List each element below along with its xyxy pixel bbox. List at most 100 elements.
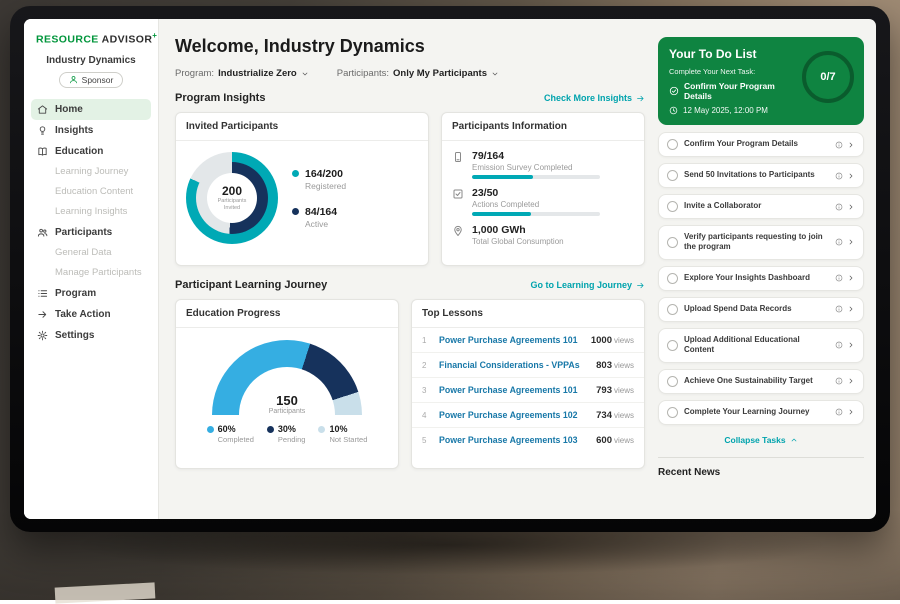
task-row-achieve-target[interactable]: Achieve One Sustainability Target (658, 369, 864, 394)
task-checkbox[interactable] (667, 170, 678, 181)
task-checkbox[interactable] (667, 139, 678, 150)
task-row-upload-educational-content[interactable]: Upload Additional Educational Content (658, 328, 864, 363)
task-row-send-invitations[interactable]: Send 50 Invitations to Participants (658, 163, 864, 188)
collapse-label: Collapse Tasks (724, 435, 785, 445)
sidebar-item-manage-participants[interactable]: Manage Participants (24, 263, 158, 283)
chevron-right-icon[interactable] (847, 203, 855, 211)
lesson-rank: 1 (422, 336, 431, 345)
collapse-tasks-link[interactable]: Collapse Tasks (658, 432, 864, 450)
lesson-link[interactable]: Financial Considerations - VPPAs (439, 360, 588, 370)
info-icon[interactable] (835, 203, 843, 211)
sidebar-item-settings[interactable]: Settings (24, 325, 158, 346)
content-column: Welcome, Industry Dynamics Program: Indu… (175, 29, 645, 519)
chevron-right-icon[interactable] (847, 305, 855, 313)
legend-value: 84/164 (305, 206, 337, 218)
brand-plus: + (152, 31, 157, 40)
task-row-explore-insights[interactable]: Explore Your Insights Dashboard (658, 266, 864, 291)
gear-icon (37, 330, 48, 341)
info-icon[interactable] (835, 305, 843, 313)
todo-panel: Your To Do List Complete Your Next Task:… (658, 29, 864, 519)
legend-item-completed: 60% Completed (207, 424, 254, 444)
sponsor-badge[interactable]: Sponsor (59, 72, 124, 88)
info-icon[interactable] (835, 377, 843, 385)
task-checkbox[interactable] (667, 201, 678, 212)
info-icon[interactable] (835, 172, 843, 180)
program-filter[interactable]: Program: Industrialize Zero (175, 68, 309, 79)
task-checkbox[interactable] (667, 376, 678, 387)
task-checkbox[interactable] (667, 304, 678, 315)
lesson-row: 2 Financial Considerations - VPPAs 803vi… (412, 353, 644, 378)
sidebar-item-label: Participants (55, 227, 112, 238)
chevron-right-icon[interactable] (847, 238, 855, 246)
sidebar-item-participants[interactable]: Participants (24, 222, 158, 243)
sidebar-nav: Home Insights Education Learning Journey… (24, 99, 158, 346)
sidebar-item-general-data[interactable]: General Data (24, 243, 158, 263)
lesson-views: 793 (596, 385, 612, 396)
clock-icon (669, 106, 678, 115)
sidebar-item-learning-journey[interactable]: Learning Journey (24, 162, 158, 182)
task-row-complete-learning-journey[interactable]: Complete Your Learning Journey (658, 400, 864, 425)
sidebar-item-home[interactable]: Home (31, 99, 151, 120)
chevron-right-icon[interactable] (847, 408, 855, 416)
info-icon[interactable] (835, 141, 843, 149)
go-to-learning-journey-link[interactable]: Go to Learning Journey (530, 280, 645, 290)
lesson-rank: 3 (422, 386, 431, 395)
legend-dot-active (292, 208, 299, 215)
task-checkbox[interactable] (667, 407, 678, 418)
sidebar-item-label: Education (55, 146, 103, 157)
sidebar-item-learning-insights[interactable]: Learning Insights (24, 202, 158, 222)
chevron-right-icon[interactable] (847, 377, 855, 385)
education-gauge-wrap: 150 Participants (212, 340, 362, 415)
todo-next-time-label: 12 May 2025, 12:00 PM (683, 106, 768, 115)
participants-filter[interactable]: Participants: Only My Participants (337, 68, 499, 79)
sidebar-item-education[interactable]: Education (24, 141, 158, 162)
task-checkbox[interactable] (667, 273, 678, 284)
lightbulb-icon (37, 125, 48, 136)
sidebar-item-insights[interactable]: Insights (24, 120, 158, 141)
chevron-right-icon[interactable] (847, 172, 855, 180)
dashboard-screen: RESOURCE ADVISOR+ Industry Dynamics Spon… (24, 19, 876, 519)
sidebar-item-take-action[interactable]: Take Action (24, 304, 158, 325)
info-icon[interactable] (835, 341, 843, 349)
lesson-link[interactable]: Power Purchase Agreements 101 (439, 335, 583, 345)
legend-value: 164/200 (305, 168, 346, 180)
lesson-views-label: views (614, 336, 634, 345)
chevron-down-icon (301, 70, 309, 78)
legend-dot-registered (292, 170, 299, 177)
participants-information-card: Participants Information 79/164 Emission… (441, 112, 645, 266)
lesson-link[interactable]: Power Purchase Agreements 101 (439, 385, 588, 395)
sidebar-item-education-content[interactable]: Education Content (24, 182, 158, 202)
info-icon[interactable] (835, 408, 843, 416)
chevron-right-icon[interactable] (847, 341, 855, 349)
people-icon (37, 227, 48, 238)
info-icon[interactable] (835, 238, 843, 246)
section-title-learning-journey: Participant Learning Journey (175, 279, 327, 291)
brand-primary: RESOURCE (36, 34, 99, 46)
survey-device-icon (452, 151, 464, 163)
donut-center-value: 200 (222, 184, 242, 198)
info-body: 79/164 Emission Survey Completed 23/50 A… (442, 141, 644, 249)
section-title-program-insights: Program Insights (175, 92, 265, 104)
sidebar-item-program[interactable]: Program (24, 283, 158, 304)
task-row-invite-collaborator[interactable]: Invite a Collaborator (658, 194, 864, 219)
card-title: Top Lessons (412, 300, 644, 328)
task-row-upload-spend-data[interactable]: Upload Spend Data Records (658, 297, 864, 322)
info-icon[interactable] (835, 274, 843, 282)
check-circle-icon (669, 86, 679, 96)
task-checkbox[interactable] (667, 340, 678, 351)
chevron-up-icon (790, 436, 798, 444)
task-row-verify-participants[interactable]: Verify participants requesting to join t… (658, 225, 864, 260)
info-label: Actions Completed (472, 200, 600, 209)
lesson-link[interactable]: Power Purchase Agreements 103 (439, 435, 588, 445)
todo-next-task[interactable]: Confirm Your Program Details (669, 81, 804, 101)
legend-label: Active (305, 219, 337, 229)
chevron-right-icon[interactable] (847, 141, 855, 149)
invited-participants-card: Invited Participants 200 Participants In… (175, 112, 429, 266)
legend-item-active: 84/164 Active (292, 206, 346, 229)
check-more-insights-link[interactable]: Check More Insights (544, 93, 645, 103)
chevron-right-icon[interactable] (847, 274, 855, 282)
task-checkbox[interactable] (667, 237, 678, 248)
invited-participants-donut: 200 Participants Invited (186, 152, 278, 244)
lesson-link[interactable]: Power Purchase Agreements 102 (439, 410, 588, 420)
task-row-confirm-program[interactable]: Confirm Your Program Details (658, 132, 864, 157)
